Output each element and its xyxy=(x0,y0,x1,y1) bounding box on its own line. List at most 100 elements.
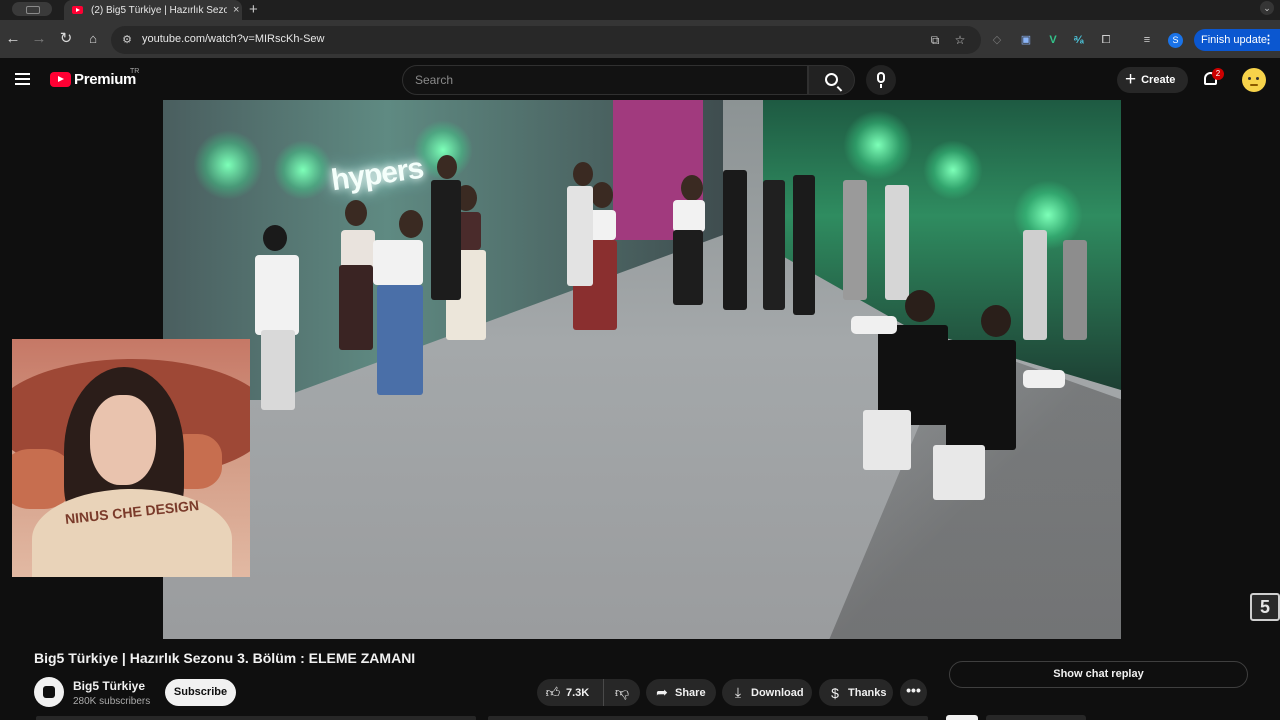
bystander xyxy=(1063,240,1087,340)
dancer-head xyxy=(345,200,367,226)
microphone-icon xyxy=(877,72,885,83)
subscribe-button[interactable]: Subscribe xyxy=(165,679,236,706)
search-button[interactable] xyxy=(808,65,855,95)
install-app-icon[interactable]: ⧉ xyxy=(927,32,943,48)
microphone-stand xyxy=(880,84,882,88)
plus-icon: + xyxy=(1125,69,1137,90)
translate-extension-icon[interactable]: ▣ xyxy=(1019,33,1033,47)
dancer-pants xyxy=(339,265,373,350)
forward-arrow-icon[interactable]: → xyxy=(31,31,47,47)
tab-close-icon[interactable]: × xyxy=(233,4,239,16)
notifications-button[interactable]: 2 xyxy=(1203,68,1224,88)
dancer-head xyxy=(399,210,423,238)
create-button[interactable]: + Create xyxy=(1117,67,1188,93)
like-dislike-group: 👍︎ 7.3K 👎︎ xyxy=(537,679,640,706)
finish-update-label: Finish update xyxy=(1201,34,1268,46)
share-label: Share xyxy=(675,686,706,699)
reload-icon[interactable]: ↻ xyxy=(58,31,74,47)
thanks-button[interactable]: $ Thanks xyxy=(819,679,893,706)
search-input[interactable] xyxy=(415,73,807,87)
photographer-head xyxy=(981,305,1011,337)
notification-badge: 2 xyxy=(1212,68,1224,80)
more-actions-button[interactable]: ••• xyxy=(900,679,927,706)
photographer-shirt xyxy=(946,340,1016,450)
bystander xyxy=(885,185,909,300)
tab-search-chevron-icon[interactable]: ⌄ xyxy=(1260,1,1274,15)
youtube-logo-icon[interactable] xyxy=(50,72,71,87)
bystander xyxy=(1023,230,1047,340)
webcam-overlay: NINUS CHE DESIGN xyxy=(12,339,250,577)
dancer-shirt xyxy=(255,255,299,335)
dancer-outfit xyxy=(567,186,593,286)
dancer-shirt xyxy=(673,200,705,232)
new-tab-button[interactable]: + xyxy=(249,1,258,18)
browser-menu-icon[interactable]: ⋮ xyxy=(1263,29,1274,51)
video-title: Big5 Türkiye | Hazırlık Sezonu 3. Bölüm … xyxy=(34,650,416,666)
bystander xyxy=(723,170,747,310)
thumbs-down-icon: 👎︎ xyxy=(614,684,630,700)
extension-drop-icon[interactable]: ◇ xyxy=(990,33,1004,47)
v-extension-icon[interactable]: V xyxy=(1046,33,1060,47)
webcam-face xyxy=(90,395,156,485)
hamburger-menu-icon[interactable] xyxy=(15,73,30,85)
reading-list-icon[interactable]: ≡ xyxy=(1140,33,1154,47)
channel-name[interactable]: Big5 Türkiye xyxy=(73,679,145,693)
dancer-outfit xyxy=(431,180,461,300)
show-chat-replay-button[interactable]: Show chat replay xyxy=(949,661,1248,688)
like-button[interactable]: 👍︎ 7.3K xyxy=(537,679,604,706)
share-arrow-icon: ➦ xyxy=(656,684,668,700)
extensions-puzzle-icon[interactable]: ⧠ xyxy=(1099,33,1113,47)
filter-chip-all[interactable] xyxy=(946,715,978,720)
voice-search-button[interactable] xyxy=(866,65,896,95)
photographer-shorts xyxy=(863,410,911,470)
neon-light xyxy=(843,110,913,180)
download-button[interactable]: ⤓ Download xyxy=(722,679,812,706)
youtube-favicon-icon xyxy=(72,6,83,14)
dislike-button[interactable]: 👎︎ xyxy=(604,684,640,701)
description-box-edge xyxy=(36,716,476,720)
subscriber-count: 280K subscribers xyxy=(73,696,151,707)
download-label: Download xyxy=(751,686,804,699)
download-icon: ⤓ xyxy=(734,684,742,700)
back-arrow-icon[interactable]: ← xyxy=(5,31,21,47)
neon-light xyxy=(273,140,333,200)
grammar-extension-icon[interactable]: ᵃ⁄ₐ xyxy=(1072,33,1086,47)
dancer-head xyxy=(263,225,287,251)
webcam-pillow xyxy=(12,449,72,509)
create-label: Create xyxy=(1141,74,1176,86)
camera-lens xyxy=(851,316,897,334)
thanks-dollar-icon: $ xyxy=(831,684,839,701)
webcam-shirt xyxy=(32,489,232,577)
tab-groups-button[interactable] xyxy=(12,2,52,16)
search-icon xyxy=(825,73,838,86)
bystander xyxy=(793,175,815,315)
tab-title: (2) Big5 Türkiye | Hazırlık Sezonu 3. Bö… xyxy=(91,4,227,16)
browser-tab-strip: (2) Big5 Türkiye | Hazırlık Sezonu 3. Bö… xyxy=(0,0,1280,20)
bookmark-star-icon[interactable]: ☆ xyxy=(952,32,968,48)
video-player[interactable]: hypers xyxy=(163,100,1121,639)
browser-tab-active[interactable]: (2) Big5 Türkiye | Hazırlık Sezonu 3. Bö… xyxy=(64,0,242,20)
logo-text[interactable]: Premium xyxy=(74,71,136,88)
like-count: 7.3K xyxy=(566,686,590,699)
finish-update-button[interactable]: Finish update ⋮ xyxy=(1194,29,1280,51)
photographer-shorts xyxy=(933,445,985,500)
account-avatar[interactable] xyxy=(1242,68,1266,92)
search-box[interactable] xyxy=(402,65,808,95)
profile-avatar[interactable]: S xyxy=(1168,33,1183,48)
url-text[interactable]: youtube.com/watch?v=MIRscKh-Sew xyxy=(142,33,325,45)
share-button[interactable]: ➦ Share xyxy=(646,679,716,706)
dancer-pants xyxy=(261,330,295,410)
filter-chip[interactable] xyxy=(986,715,1086,720)
address-bar[interactable]: ⚙ youtube.com/watch?v=MIRscKh-Sew ⧉ ☆ xyxy=(111,26,981,54)
dancer-shirt xyxy=(373,240,423,285)
home-icon[interactable]: ⌂ xyxy=(85,31,101,47)
channel-watermark-icon: 5 xyxy=(1250,593,1280,621)
comments-box-edge xyxy=(488,716,928,720)
thumbs-up-icon: 👍︎ xyxy=(545,684,561,700)
dancer-head xyxy=(437,155,457,179)
bystander xyxy=(843,180,867,300)
camera-lens xyxy=(1023,370,1065,388)
channel-avatar[interactable] xyxy=(34,677,64,707)
youtube-header: Premium TR + Create 2 xyxy=(0,58,1280,100)
site-info-icon[interactable]: ⚙ xyxy=(119,32,135,48)
